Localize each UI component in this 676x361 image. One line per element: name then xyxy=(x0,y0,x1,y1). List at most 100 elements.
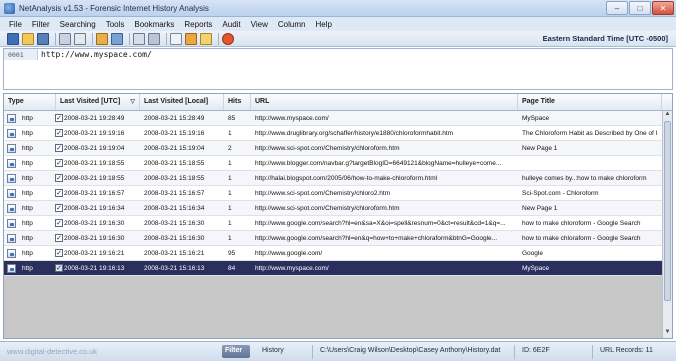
cell-hits: 2 xyxy=(228,145,232,152)
print-icon[interactable] xyxy=(59,32,71,45)
cell-type: http xyxy=(22,190,33,197)
report-icon[interactable] xyxy=(185,32,197,45)
cell-last-visited-utc: 2008-03-21 19:16:57 xyxy=(64,190,125,197)
cell-url: http://www.google.com/search?hl=en&q=how… xyxy=(255,235,498,242)
print-preview-icon[interactable] xyxy=(74,32,86,45)
app-icon xyxy=(4,2,15,14)
table-row[interactable]: ✓ http 2008-03-21 19:28:49 2008-03-21 15:28… xyxy=(4,111,662,126)
page-icon xyxy=(7,219,16,228)
star-icon[interactable] xyxy=(200,32,212,45)
cell-hits: 1 xyxy=(228,205,232,212)
selected-url-text[interactable]: http://www.myspace.com/ xyxy=(41,50,152,59)
cell-url: http://www.sci-spot.com/Chemistry/chloro… xyxy=(255,145,400,152)
scroll-up-icon[interactable]: ▲ xyxy=(663,111,672,120)
toolbar: Eastern Standard Time [UTC -0500] xyxy=(0,31,676,47)
column-header-type[interactable]: Type xyxy=(4,94,56,110)
menu-bookmarks[interactable]: Bookmarks xyxy=(129,20,179,29)
cell-last-visited-local: 2008-03-21 15:16:21 xyxy=(144,250,205,257)
close-button[interactable]: ✕ xyxy=(652,1,674,15)
cell-last-visited-utc: 2008-03-21 19:18:55 xyxy=(64,175,125,182)
search-icon[interactable] xyxy=(133,32,145,45)
column-header-page-title[interactable]: Page Title xyxy=(518,94,662,110)
column-header-url[interactable]: URL xyxy=(251,94,518,110)
column-header-last-visited-utc[interactable]: Last Visited [UTC] ▽ xyxy=(56,94,140,110)
cell-url: http://www.google.com/search?hl=en&sa=X&… xyxy=(255,220,506,227)
filter-tab[interactable]: Filter xyxy=(222,345,250,358)
cell-hits: 1 xyxy=(228,130,232,137)
cell-url: http://www.druglibrary.org/schaffer/hist… xyxy=(255,130,454,137)
menu-searching[interactable]: Searching xyxy=(55,20,101,29)
open-icon[interactable] xyxy=(22,32,34,45)
table-row[interactable]: ✓ http 2008-03-21 19:16:57 2008-03-21 15:16… xyxy=(4,186,662,201)
cell-url: http://halai.blogspot.com/2005/06/how-to… xyxy=(255,175,438,182)
status-divider xyxy=(592,345,593,359)
menu-column[interactable]: Column xyxy=(273,20,311,29)
page-icon xyxy=(7,129,16,138)
window-controls: – □ ✕ xyxy=(606,1,674,15)
status-divider xyxy=(514,345,515,359)
cell-last-visited-utc: 2008-03-21 19:18:55 xyxy=(64,160,125,167)
toolbar-separator xyxy=(55,32,56,45)
menu-audit[interactable]: Audit xyxy=(217,20,245,29)
menu-file[interactable]: File xyxy=(4,20,27,29)
history-tab[interactable]: History xyxy=(262,347,284,354)
table-row[interactable]: ✓ http 2008-03-21 19:18:55 2008-03-21 15:18… xyxy=(4,156,662,171)
website-link[interactable]: www.digital-detective.co.uk xyxy=(7,347,97,356)
cell-type: http xyxy=(22,145,33,152)
export-icon[interactable] xyxy=(170,32,182,45)
cell-last-visited-local: 2008-03-21 15:18:55 xyxy=(144,160,205,167)
menu-help[interactable]: Help xyxy=(310,20,336,29)
title-bar: NetAnalysis v1.53 - Forensic Internet Hi… xyxy=(0,0,676,17)
scrollbar-thumb[interactable] xyxy=(664,121,671,301)
toolbar-separator xyxy=(92,32,93,45)
menu-view[interactable]: View xyxy=(246,20,273,29)
url-records-count: URL Records: 11 xyxy=(600,347,653,354)
cell-page-title: Google xyxy=(522,250,543,257)
filter-icon[interactable] xyxy=(111,32,123,45)
cell-hits: 1 xyxy=(228,175,232,182)
menu-reports[interactable]: Reports xyxy=(179,20,217,29)
cell-page-title xyxy=(518,156,662,171)
cell-last-visited-utc: 2008-03-21 19:16:21 xyxy=(64,250,125,257)
stop-icon[interactable] xyxy=(222,32,234,45)
save-icon[interactable] xyxy=(37,32,49,45)
cell-page-title: Sci-Spot.com - Chloroform xyxy=(522,190,599,197)
cell-type: http xyxy=(22,130,33,137)
bookmark-icon[interactable] xyxy=(96,32,108,45)
grid-header: Type Last Visited [UTC] ▽ Last Visited [L… xyxy=(4,94,672,111)
minimize-button[interactable]: – xyxy=(606,1,628,15)
table-icon[interactable] xyxy=(7,32,19,45)
cell-page-title: how to make chloroform - Google Search xyxy=(522,220,641,227)
cell-last-visited-local: 2008-03-21 15:16:30 xyxy=(144,235,205,242)
menu-filter[interactable]: Filter xyxy=(27,20,55,29)
cell-type: http xyxy=(22,205,33,212)
table-row[interactable]: ✓ http 2008-03-21 19:19:04 2008-03-21 15:19… xyxy=(4,141,662,156)
cell-hits: 1 xyxy=(228,160,232,167)
cell-last-visited-local: 2008-03-21 15:19:04 xyxy=(144,145,205,152)
cell-type: http xyxy=(22,175,33,182)
scroll-down-icon[interactable]: ▼ xyxy=(663,329,672,338)
maximize-button[interactable]: □ xyxy=(629,1,651,15)
table-row[interactable]: ✓ http 2008-03-21 19:19:16 2008-03-21 15:19… xyxy=(4,126,662,141)
table-row[interactable]: ✓ http 2008-03-21 19:16:13 2008-03-21 15:16… xyxy=(4,261,662,276)
tools-icon[interactable] xyxy=(148,32,160,45)
url-detail-panel[interactable]: 0001 http://www.myspace.com/ xyxy=(3,48,673,90)
page-icon xyxy=(7,204,16,213)
page-icon xyxy=(7,159,16,168)
table-row[interactable]: ✓ http 2008-03-21 19:18:55 2008-03-21 15:18… xyxy=(4,171,662,186)
cell-page-title: hulleye comes by..:how to make chlorofor… xyxy=(522,175,647,182)
toolbar-separator xyxy=(129,32,130,45)
table-row[interactable]: ✓ http 2008-03-21 19:16:34 2008-03-21 15:16… xyxy=(4,201,662,216)
cell-type: http xyxy=(22,250,33,257)
table-row[interactable]: ✓ http 2008-03-21 19:16:30 2008-03-21 15:16… xyxy=(4,231,662,246)
column-header-last-visited-local[interactable]: Last Visited [Local] xyxy=(140,94,224,110)
cell-last-visited-utc: 2008-03-21 19:28:49 xyxy=(64,115,125,122)
table-row[interactable]: ✓ http 2008-03-21 19:16:21 2008-03-21 15:16… xyxy=(4,246,662,261)
column-header-hits[interactable]: Hits xyxy=(224,94,251,110)
cell-type: http xyxy=(22,160,33,167)
cell-last-visited-local: 2008-03-21 15:16:30 xyxy=(144,220,205,227)
vertical-scrollbar[interactable]: ▲ ▼ xyxy=(662,111,672,338)
page-icon xyxy=(7,234,16,243)
table-row[interactable]: ✓ http 2008-03-21 19:16:30 2008-03-21 15:16… xyxy=(4,216,662,231)
menu-tools[interactable]: Tools xyxy=(101,20,130,29)
